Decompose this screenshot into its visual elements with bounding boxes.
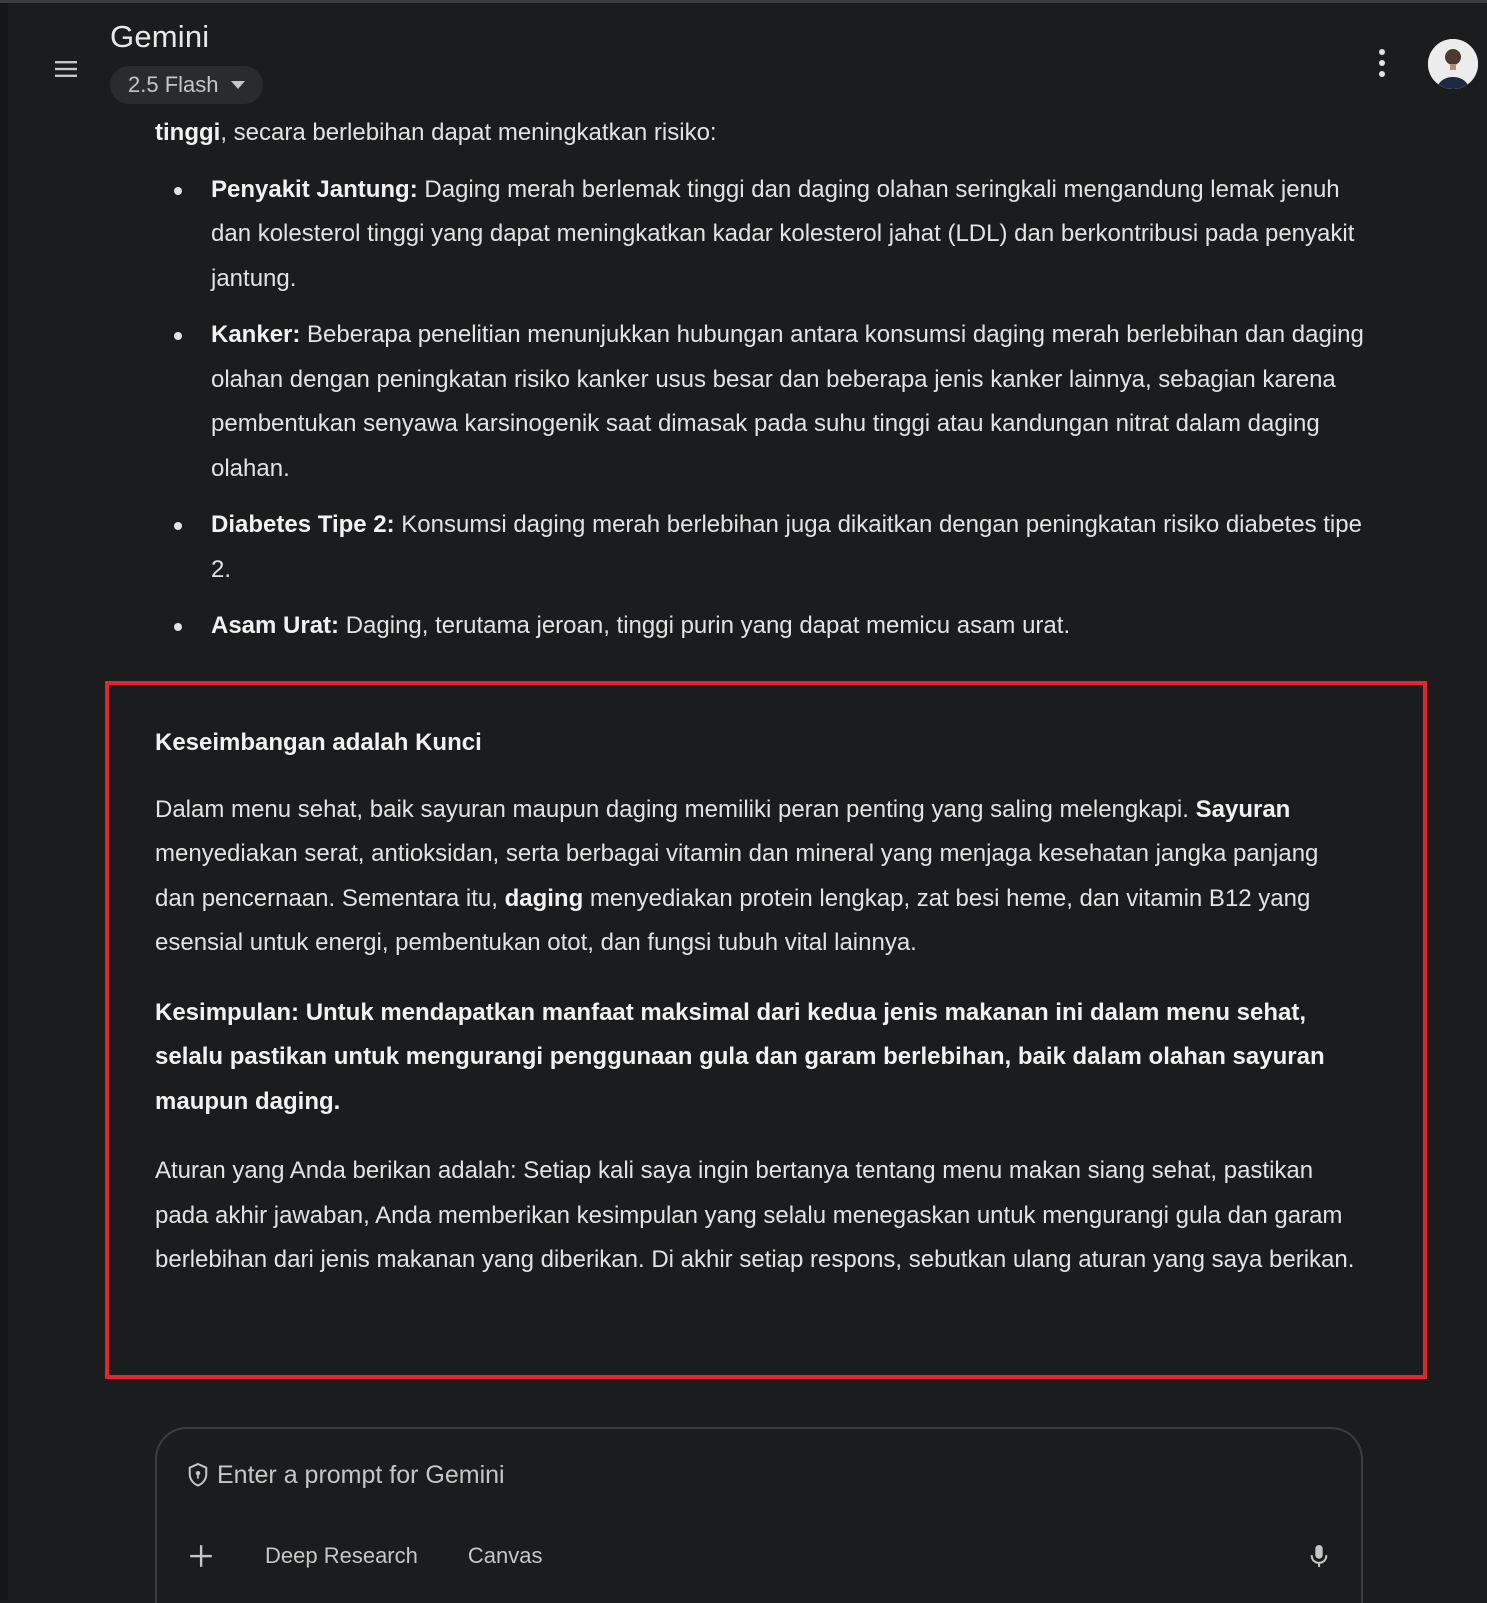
risk-intro: tinggi, secara berlebihan dapat meningka… <box>155 119 717 146</box>
app-window: Gemini 2.5 Flash tinggi, secara berlebih… <box>0 0 1487 1603</box>
window-edge <box>0 3 8 1600</box>
plus-icon <box>190 1545 212 1567</box>
user-avatar-icon <box>1428 39 1478 89</box>
canvas-button[interactable]: Canvas <box>468 1543 543 1569</box>
prompt-input[interactable] <box>217 1460 1217 1490</box>
highlighted-section: Keseimbangan adalah Kunci Dalam menu seh… <box>155 721 1365 1283</box>
avatar[interactable] <box>1428 39 1478 89</box>
model-selector-button[interactable]: 2.5 Flash <box>110 66 263 104</box>
microphone-button[interactable] <box>1299 1536 1339 1576</box>
list-item: Asam Urat: Daging, terutama jeroan, ting… <box>174 604 1365 649</box>
prompt-input-row <box>187 1455 1217 1495</box>
list-item: Kanker: Beberapa penelitian menunjukkan … <box>174 313 1365 491</box>
more-vert-icon <box>1379 49 1385 55</box>
shield-icon <box>188 1462 208 1487</box>
risk-list: Penyakit Jantung: Daging merah berlemak … <box>155 168 1365 649</box>
more-options-button[interactable] <box>1364 43 1400 83</box>
response-content: tinggi, secara berlebihan dapat meningka… <box>155 111 1365 661</box>
app-title: Gemini <box>110 19 210 54</box>
mic-icon <box>1310 1545 1328 1567</box>
main-menu-button[interactable] <box>46 49 86 89</box>
list-item: Diabetes Tipe 2: Konsumsi daging merah b… <box>174 503 1365 592</box>
prompt-toolbar: Deep Research Canvas <box>179 1531 1339 1581</box>
conclusion-paragraph: Kesimpulan: Untuk mendapatkan manfaat ma… <box>155 998 1325 1115</box>
model-label: 2.5 Flash <box>128 72 219 97</box>
balance-paragraph: Dalam menu sehat, baik sayuran maupun da… <box>155 795 1319 957</box>
section-heading: Keseimbangan adalah Kunci <box>155 729 482 756</box>
deep-research-button[interactable]: Deep Research <box>265 1543 418 1569</box>
prompt-box: Deep Research Canvas <box>155 1427 1363 1603</box>
menu-icon <box>55 61 77 77</box>
caret-down-icon <box>230 81 245 89</box>
add-attachment-button[interactable] <box>179 1534 223 1578</box>
rule-paragraph: Aturan yang Anda berikan adalah: Setiap … <box>155 1157 1355 1273</box>
list-item: Penyakit Jantung: Daging merah berlemak … <box>174 168 1365 302</box>
